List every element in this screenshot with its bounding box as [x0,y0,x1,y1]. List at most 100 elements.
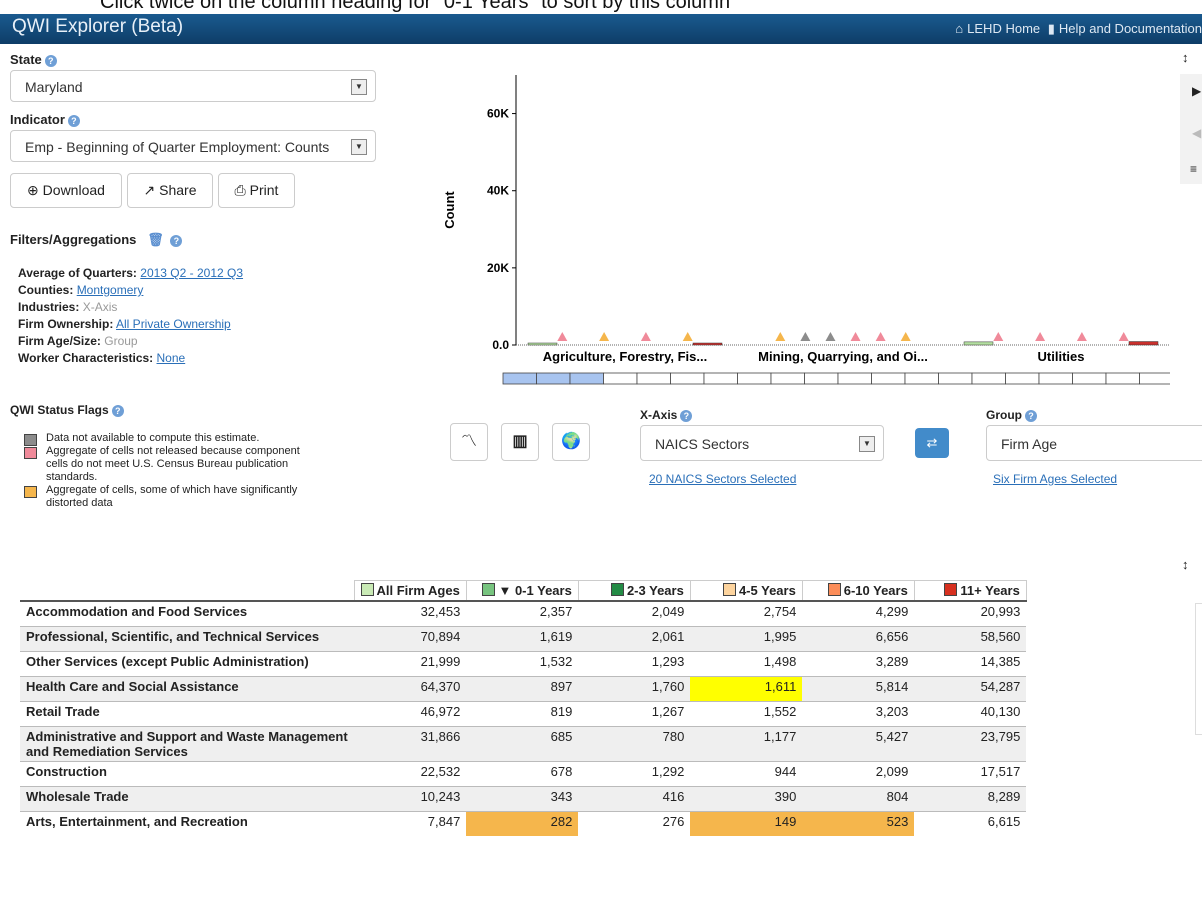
cell-value: 2,099 [802,761,915,787]
cell-value: 20,993 [914,600,1027,627]
col-11-plus-years[interactable]: 11+ Years [913,580,1027,602]
col-0-1-years[interactable]: ▼ 0-1 Years [465,580,579,602]
cell-value: 40,130 [914,701,1027,727]
trash-icon[interactable]: 🗑 [147,232,164,247]
print-button[interactable]: ⎙ Print [218,173,295,208]
table-row: Other Services (except Public Administra… [20,651,1027,677]
lehd-home-link[interactable]: LEHD Home [967,21,1040,36]
flag-not-available: Data not available to compute this estim… [24,432,314,446]
cell-value: 8,289 [914,786,1027,812]
cell-value: 1,619 [466,626,579,652]
table-row: Accommodation and Food Services 32,453 2,3… [20,600,1027,627]
flag-marker [1076,332,1087,341]
instruction-banner: Click twice on the column heading for "0… [0,0,1202,14]
col-4-5-years[interactable]: 4-5 Years [689,580,803,602]
scrollbar[interactable] [1195,603,1202,735]
cell-value: 64,370 [354,676,467,702]
cell-value: 2,061 [578,626,691,652]
ownership-link[interactable]: All Private Ownership [116,317,231,331]
flag-marker [640,332,651,341]
cell-value: 276 [578,811,691,836]
resize-icon[interactable]: ↕ [1182,50,1189,65]
worker-link[interactable]: None [157,351,186,365]
filter-industries: Industries: X-Axis [18,300,118,314]
line-chart-button[interactable]: 〽 [450,423,488,461]
cell-value: 897 [466,676,579,702]
state-select[interactable]: Maryland ▼ [10,70,376,102]
cell-value: 1,532 [466,651,579,677]
map-button[interactable]: 🌍 [552,423,590,461]
cell-value: 46,972 [354,701,467,727]
flag-marker [800,332,811,341]
settings-icon[interactable]: ≡ [1190,162,1197,176]
flag-not-released: Aggregate of cells not released because … [24,445,314,484]
share-button[interactable]: ↗ Share [127,173,213,208]
help-icon[interactable]: ? [170,234,183,247]
filters-title: Filters/Aggregations 🗑 ? [10,232,183,248]
share-icon: ↗ [143,182,156,198]
xaxis-value: NAICS Sectors [655,436,750,452]
comment-icon: ▮ [1047,21,1055,36]
navigator-cell [703,372,738,385]
navigator-cell [737,372,772,385]
cell-value: 10,243 [354,786,467,812]
cell-value: 2,754 [690,600,803,627]
flag-marker [557,332,568,341]
navigator-cell [536,372,571,385]
pink-swatch [24,447,37,459]
col-2-3-years[interactable]: 2-3 Years [577,580,691,602]
row-name: Retail Trade [20,701,354,727]
cell-value: 23,795 [914,726,1027,762]
indicator-select[interactable]: Emp - Beginning of Quarter Employment: C… [10,130,376,162]
help-icon[interactable]: ? [680,409,693,422]
xaxis-select[interactable]: NAICS Sectors ▼ [640,425,884,461]
help-icon[interactable]: ? [67,114,80,127]
play-icon[interactable]: ▶ [1192,84,1201,98]
group-select[interactable]: Firm Age [986,425,1202,461]
navigator-cell [837,372,872,385]
help-icon[interactable]: ? [1025,409,1037,422]
cell-value: 5,427 [802,726,915,762]
x-tick-label: Agriculture, Forestry, Fis... [543,349,707,364]
cell-value: 1,552 [690,701,803,727]
navigator-cell [904,372,939,385]
bar-chart-button[interactable]: ▥ [501,423,539,461]
cell-value: 32,453 [354,600,467,627]
cell-value: 70,894 [354,626,467,652]
globe-icon: 🌍 [561,433,581,450]
cell-value: 1,177 [690,726,803,762]
col-6-10-years[interactable]: 6-10 Years [801,580,915,602]
navigator-cell [871,372,906,385]
flag-marker [993,332,1004,341]
cell-value: 3,289 [802,651,915,677]
flag-distorted: Aggregate of cells, some of which have s… [24,484,314,510]
table-row: Health Care and Social Assistance 64,370 8… [20,676,1027,702]
navigator-cell [1072,372,1107,385]
group-value: Firm Age [1001,436,1058,452]
counties-link[interactable]: Montgomery [77,283,144,297]
resize-icon[interactable]: ↕ [1182,557,1189,572]
back-icon[interactable]: ◀ [1192,126,1201,140]
cell-value: 7,847 [354,811,467,836]
help-link[interactable]: Help and Documentation [1059,21,1202,36]
download-button[interactable]: ⊕ Download [10,173,122,208]
help-icon[interactable]: ? [111,404,124,417]
row-name: Administrative and Support and Waste Man… [20,726,354,762]
table-row: Construction 22,532 678 1,292 944 2,099 17,517 [20,761,1027,787]
cell-value: 819 [466,701,579,727]
cell-value: 3,203 [802,701,915,727]
table-row: Arts, Entertainment, and Recreation 7,847… [20,811,1027,836]
header-links: ⌂ LEHD Home ▮ Help and Documentation [951,21,1202,37]
naics-selected-link[interactable]: 20 NAICS Sectors Selected [649,472,796,486]
cell-value: 1,293 [578,651,691,677]
flagged-cell: 149 [690,811,803,836]
flag-marker [682,332,693,341]
quarters-link[interactable]: 2013 Q2 - 2012 Q3 [140,266,243,280]
cell-value: 685 [466,726,579,762]
cell-value: 6,615 [914,811,1027,836]
help-icon[interactable]: ? [44,54,57,67]
bar [527,342,558,346]
swap-axes-button[interactable]: ⇄ [915,428,949,458]
firm-ages-selected-link[interactable]: Six Firm Ages Selected [993,472,1117,486]
col-all-firm-ages[interactable]: All Firm Ages [353,580,467,602]
